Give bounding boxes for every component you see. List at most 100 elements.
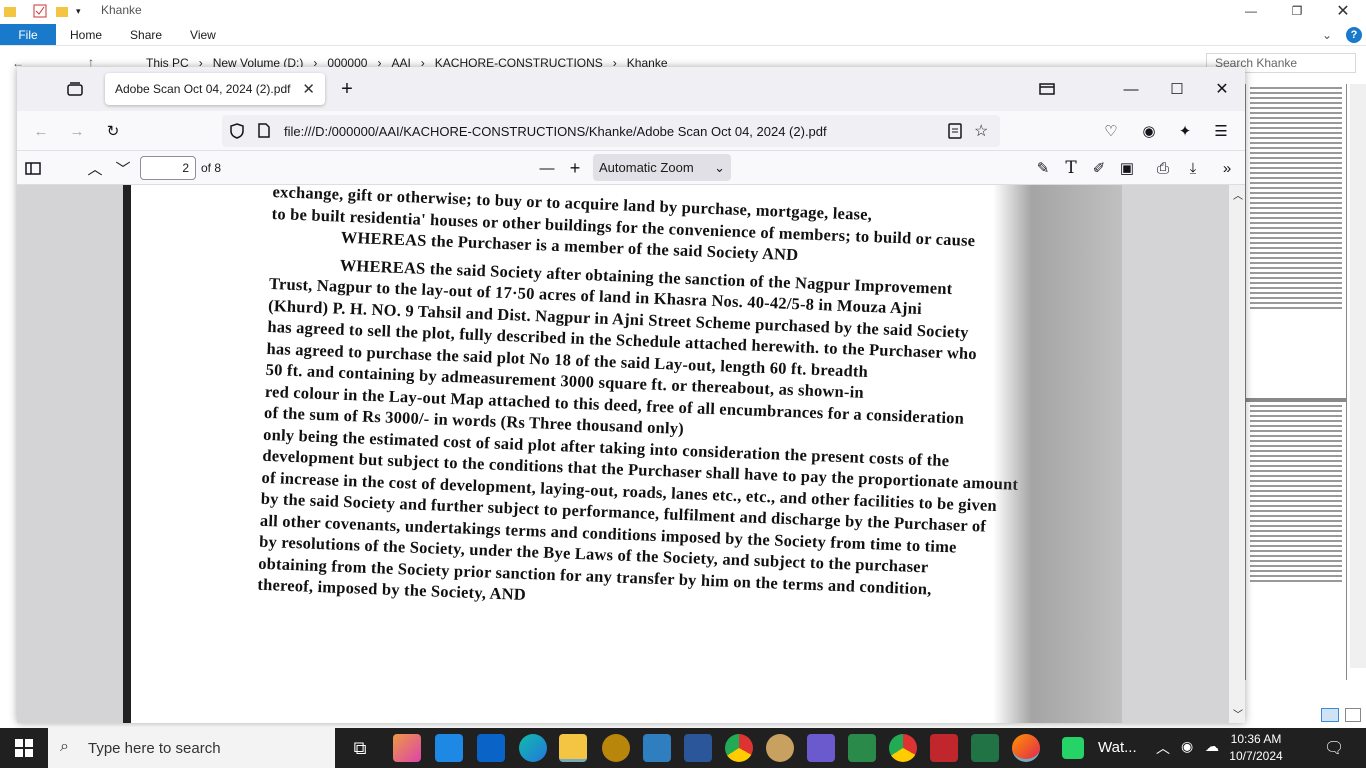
ribbon-tab-share[interactable]: Share (116, 24, 176, 45)
quick-access-dropdown-icon[interactable]: ▾ (76, 3, 81, 19)
tab-pdf[interactable]: Adobe Scan Oct 04, 2024 (2).pdf ✕ (105, 73, 325, 105)
close-tab-icon[interactable]: ✕ (302, 80, 315, 98)
shield-icon[interactable] (230, 123, 244, 142)
chrome-icon[interactable] (725, 734, 753, 762)
clock-time: 10:36 AM (1230, 732, 1282, 746)
firefox-view-icon[interactable] (65, 79, 85, 99)
scroll-up-icon[interactable]: ︿ (1233, 187, 1243, 202)
reader-view-icon[interactable] (948, 123, 962, 142)
firefox-close-button[interactable]: ✕ (1212, 79, 1232, 99)
taskbar-search-input[interactable]: ⌕ Type here to search (48, 728, 335, 768)
pdf-toolbar: ︿ ﹀ 2 of 8 — + Automatic Zoom ⌄ ✎ T ✐ ▣ ⎙… (17, 151, 1245, 185)
more-tools-icon[interactable]: » (1217, 158, 1237, 178)
whatsapp-label[interactable]: Wat... (1098, 739, 1137, 756)
print-icon[interactable]: ⎙ (1153, 158, 1173, 178)
file-explorer-taskbar-icon[interactable] (559, 734, 587, 762)
page-total: of 8 (201, 161, 222, 175)
save-icon[interactable]: ⤓ (1183, 158, 1203, 178)
extensions-icon[interactable]: ✦ (1175, 121, 1195, 141)
ribbon-expand-icon[interactable]: ⌄ (1322, 28, 1332, 42)
large-icons-view-icon[interactable] (1345, 708, 1361, 722)
taskbar-search-placeholder: Type here to search (88, 739, 221, 757)
zoom-out-icon[interactable]: — (537, 158, 557, 178)
firefox-minimize-button[interactable]: — (1121, 79, 1141, 99)
list-all-tabs-icon[interactable] (1037, 79, 1057, 99)
explorer-ribbon: File Home Share View ⌄ ? (0, 24, 1366, 46)
explorer-titlebar: ▾ Khanke — ❐ ✕ (0, 0, 1366, 22)
preview-page (1246, 84, 1346, 398)
forward-icon[interactable]: → (67, 121, 87, 141)
mcafee-icon[interactable] (930, 734, 958, 762)
store-icon[interactable] (435, 734, 463, 762)
preview-page-count: 1 of 8 (1322, 679, 1360, 696)
folder-icon (4, 3, 18, 19)
task-view-icon[interactable]: ⧉ (346, 734, 374, 762)
text-tool-icon[interactable]: T (1061, 158, 1081, 178)
next-page-icon[interactable]: ﹀ (113, 158, 133, 178)
ribbon-tab-file[interactable]: File (0, 24, 56, 45)
pocket-icon[interactable]: ♡ (1101, 121, 1121, 141)
url-text[interactable]: file:///D:/000000/AAI/KACHORE-CONSTRUCTI… (284, 124, 827, 139)
mail-icon[interactable] (477, 734, 505, 762)
network-status-icon[interactable]: ◉ (1181, 738, 1193, 755)
app-green-icon[interactable] (848, 734, 876, 762)
firefox-tab-bar: Adobe Scan Oct 04, 2024 (2).pdf ✕ + — ☐ … (17, 67, 1245, 111)
clock-date: 10/7/2024 (1229, 749, 1283, 763)
pdf-scrollbar[interactable]: ︿ ﹀ (1229, 185, 1245, 723)
word-icon[interactable] (684, 734, 712, 762)
chrome-profile-icon[interactable] (889, 734, 917, 762)
firefox-nav-bar: ← → ↻ file:///D:/000000/AAI/KACHORE-CONS… (17, 111, 1245, 151)
page-number-input[interactable]: 2 (140, 156, 196, 180)
explorer-scrollbar[interactable] (1350, 84, 1366, 668)
edge-icon[interactable] (519, 734, 547, 762)
explorer-maximize-button[interactable]: ❐ (1274, 0, 1320, 22)
details-view-icon[interactable] (1321, 708, 1339, 722)
new-tab-icon[interactable]: + (337, 78, 357, 100)
ribbon-tab-home[interactable]: Home (56, 24, 116, 45)
excel-icon[interactable] (971, 734, 999, 762)
help-icon[interactable]: ? (1346, 26, 1362, 43)
ribbon-tab-view[interactable]: View (176, 24, 230, 45)
explorer-close-button[interactable]: ✕ (1320, 0, 1366, 22)
cloud-icon[interactable]: ☁ (1205, 738, 1219, 755)
notifications-icon[interactable]: 🗨 (1324, 738, 1344, 758)
show-hidden-icons-icon[interactable]: ︿ (1156, 738, 1170, 758)
sidebar-toggle-icon[interactable] (23, 158, 43, 178)
paint-icon[interactable] (766, 734, 794, 762)
firefox-taskbar-icon[interactable] (1012, 734, 1040, 762)
image-tool-icon[interactable]: ▣ (1117, 158, 1137, 178)
firefox-window: Adobe Scan Oct 04, 2024 (2).pdf ✕ + — ☐ … (17, 67, 1245, 723)
firefox-maximize-button[interactable]: ☐ (1167, 79, 1187, 99)
document-text: exchange, gift or otherwise; to buy or t… (257, 185, 1052, 625)
copilot-icon[interactable] (393, 734, 421, 762)
url-bar[interactable]: file:///D:/000000/AAI/KACHORE-CONSTRUCTI… (222, 115, 1000, 147)
draw-icon[interactable]: ✐ (1089, 158, 1109, 178)
app-gear-icon[interactable] (602, 734, 630, 762)
scan-shadow (993, 185, 1122, 723)
system-clock[interactable]: 10:36 AM 10/7/2024 (1228, 731, 1284, 765)
scroll-down-icon[interactable]: ﹀ (1233, 706, 1243, 721)
back-icon[interactable]: ← (31, 121, 51, 141)
properties-icon[interactable] (33, 3, 47, 19)
previous-page-icon[interactable]: ︿ (85, 158, 105, 178)
new-folder-icon[interactable] (56, 3, 70, 19)
reload-icon[interactable]: ↻ (103, 121, 123, 141)
zoom-in-icon[interactable]: + (565, 158, 585, 178)
explorer-title: Khanke (101, 3, 142, 17)
windows-start-icon[interactable] (0, 728, 48, 768)
highlight-icon[interactable]: ✎ (1033, 158, 1053, 178)
whatsapp-icon[interactable] (1062, 737, 1084, 759)
preview-page (1246, 402, 1346, 680)
zoom-value: Automatic Zoom (599, 160, 694, 175)
pdf-viewer[interactable]: exchange, gift or otherwise; to buy or t… (17, 185, 1245, 723)
file-page-icon (258, 123, 270, 141)
bookmark-star-icon[interactable]: ☆ (974, 121, 988, 141)
menu-icon[interactable]: ☰ (1211, 121, 1231, 141)
taskbar: ⌕ Type here to search ⧉ Wat... ︿ ◉ ☁ 10:… (0, 728, 1366, 768)
tally-icon[interactable] (643, 734, 671, 762)
zoom-select[interactable]: Automatic Zoom ⌄ (593, 154, 731, 181)
explorer-minimize-button[interactable]: — (1228, 0, 1274, 22)
account-icon[interactable]: ◉ (1139, 121, 1159, 141)
explorer-status-bar (1245, 700, 1366, 728)
app-cube-icon[interactable] (807, 734, 835, 762)
